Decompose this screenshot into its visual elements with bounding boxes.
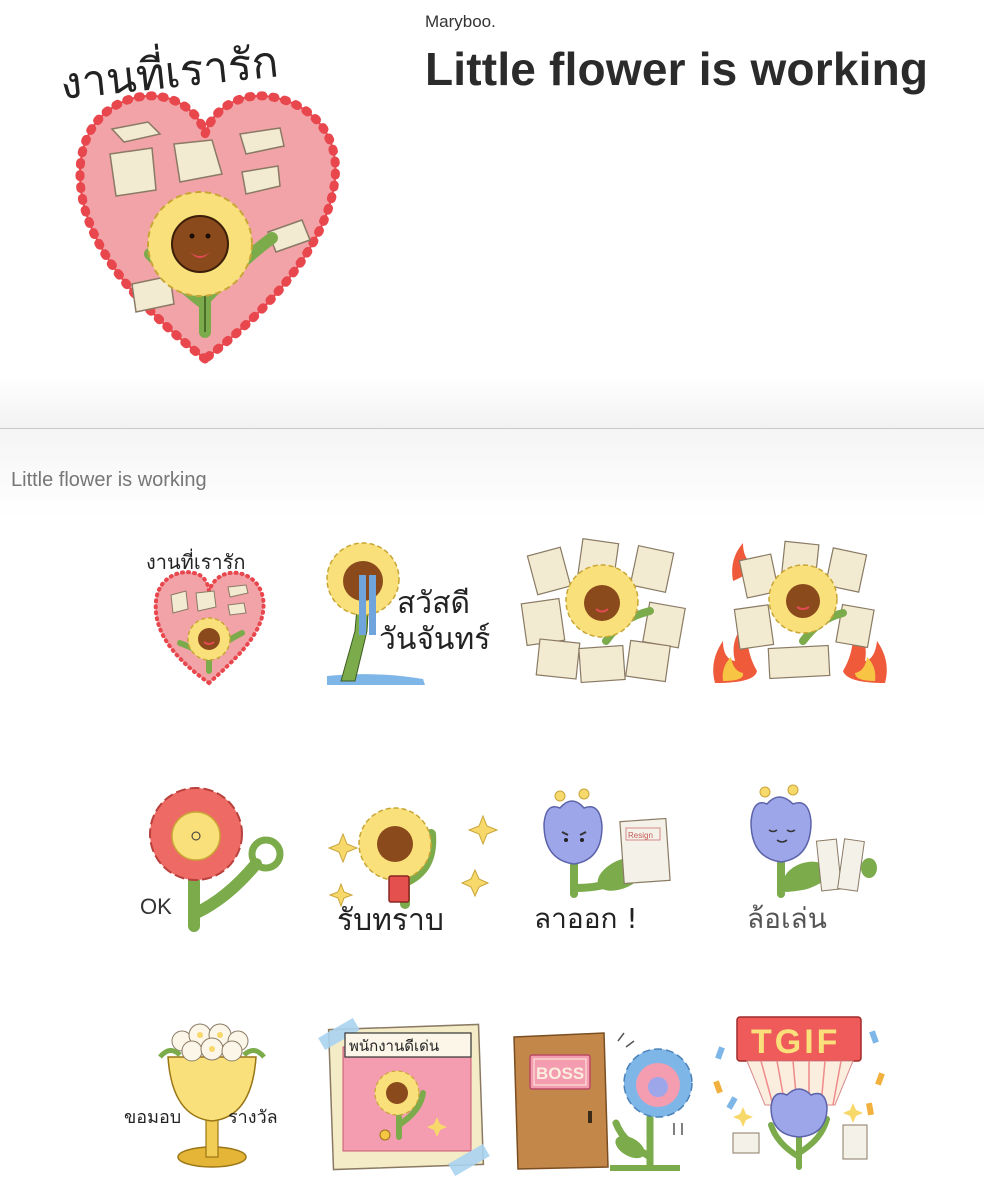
- sticker-image: BOSS: [513, 1032, 693, 1171]
- resign-paper-text: Resign: [628, 831, 653, 840]
- sticker-caption-left: ขอมอบ: [124, 1107, 181, 1128]
- sticker-caption-line1: สวัสดี: [397, 586, 470, 621]
- sticker-header: งานที่เรารัก Maryboo. Little flower is w…: [0, 0, 984, 429]
- sticker-image: รับทราบ: [327, 807, 499, 934]
- sticker-grid: งานที่เรารัก สวัสดี วันจันทร์ OK รับทราบ…: [116, 521, 893, 1177]
- sticker-caption: งานที่เรารัก: [146, 548, 246, 574]
- sticker-image: พนักงานดีเด่น: [318, 1017, 490, 1177]
- page-title: Little flower is working: [425, 43, 929, 95]
- sticker-caption: OK: [140, 894, 172, 919]
- sticker-boss-door[interactable]: BOSS: [510, 1007, 696, 1177]
- sticker-heart-work-love[interactable]: งานที่เรารัก: [116, 521, 302, 691]
- sticker-image: OK: [140, 787, 284, 932]
- boss-sign-text: BOSS: [536, 1064, 584, 1083]
- sticker-caption-line2: วันจันทร์: [379, 622, 490, 657]
- sticker-resign[interactable]: Resign ลาออก !: [510, 764, 696, 934]
- sticker-acknowledge[interactable]: รับทราบ: [313, 764, 499, 934]
- main-sticker-image: งานที่เรารัก: [57, 30, 340, 365]
- sticker-caption: ล้อเล่น: [747, 902, 827, 934]
- author-name[interactable]: Maryboo.: [425, 12, 496, 32]
- sticker-caption: รับทราบ: [337, 903, 444, 934]
- sticker-list-section: Little flower is working งานที่เรารัก สว…: [0, 429, 984, 1200]
- sticker-caption-right: รางวัล: [228, 1107, 278, 1128]
- sticker-paper-pile[interactable]: [510, 521, 696, 691]
- sticker-paper-fire[interactable]: [707, 521, 893, 691]
- sticker-image: ล้อเล่น: [747, 784, 877, 934]
- sticker-caption: ลาออก !: [534, 902, 638, 934]
- sticker-image: [713, 540, 887, 683]
- tgif-sign-text: TGIF: [751, 1023, 840, 1061]
- sticker-just-kidding[interactable]: ล้อเล่น: [707, 764, 893, 934]
- sticker-ok[interactable]: OK: [116, 764, 302, 934]
- sticker-tgif[interactable]: TGIF: [707, 1007, 893, 1177]
- sticker-caption: พนักงานดีเด่น: [349, 1037, 439, 1055]
- sticker-image: Resign ลาออก !: [534, 788, 671, 934]
- sticker-award-trophy[interactable]: ขอมอบ รางวัล: [116, 1007, 302, 1177]
- sticker-image: ขอมอบ รางวัล: [124, 1023, 278, 1168]
- section-label: Little flower is working: [11, 469, 207, 491]
- sticker-hello-monday[interactable]: สวัสดี วันจันทร์: [313, 521, 499, 691]
- sticker-outstanding-employee[interactable]: พนักงานดีเด่น: [313, 1007, 499, 1177]
- sticker-image: [520, 538, 686, 684]
- sticker-image: งานที่เรารัก: [146, 548, 266, 686]
- sticker-image: TGIF: [713, 1016, 885, 1170]
- sticker-image: สวัสดี วันจันทร์: [326, 542, 490, 685]
